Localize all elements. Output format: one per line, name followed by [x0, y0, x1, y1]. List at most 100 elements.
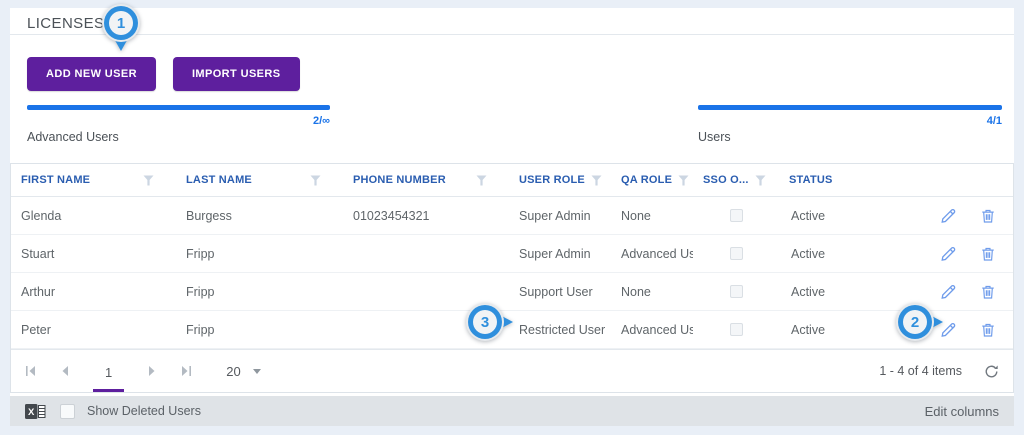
column-header-label: LAST NAME [186, 174, 252, 186]
annotation-callout-2: 2 [898, 305, 943, 339]
edit-user-button[interactable] [939, 206, 958, 225]
advanced-users-meter-label: Advanced Users [27, 130, 119, 144]
filter-icon[interactable] [476, 175, 487, 186]
cell-first-name: Stuart [21, 246, 55, 261]
users-meter-value: 4/1 [986, 115, 1002, 127]
advanced-users-meter-bar [27, 105, 330, 110]
column-header-label: FIRST NAME [21, 174, 91, 186]
column-header-label: QA ROLE [621, 174, 673, 186]
column-header-label: USER ROLE [519, 174, 585, 186]
cell-status: Active [791, 284, 826, 299]
filter-icon[interactable] [678, 175, 689, 186]
cell-actions [916, 206, 1013, 225]
callout-number: 1 [109, 11, 133, 35]
callout-circle: 3 [468, 305, 502, 339]
cell-last-name: Burgess [186, 208, 232, 223]
cell-actions [916, 244, 1013, 263]
cell-status: Active [791, 246, 826, 261]
current-page-number[interactable]: 1 [93, 355, 125, 392]
table-row[interactable]: Glenda Burgess 01023454321 Super Admin None A… [11, 197, 1013, 235]
annotation-callout-3: 3 [468, 305, 513, 339]
annotation-callout-1: 1 [104, 6, 138, 51]
filter-icon[interactable] [755, 175, 766, 186]
next-page-button[interactable] [148, 366, 156, 376]
edit-user-button[interactable] [939, 282, 958, 301]
filter-icon[interactable] [310, 175, 321, 186]
cell-phone: 01023454321 [353, 208, 430, 223]
cell-sso [693, 323, 779, 336]
show-deleted-users-label: Show Deleted Users [87, 404, 201, 418]
refresh-icon[interactable] [984, 364, 999, 379]
column-header-status[interactable]: STATUS [779, 164, 916, 196]
column-header-first-name[interactable]: FIRST NAME [11, 164, 176, 196]
page-size-dropdown[interactable]: 20 [226, 363, 261, 379]
column-header-user-role[interactable]: USER ROLE [509, 164, 611, 196]
pager-controls: 1 20 [25, 355, 261, 392]
sso-checkbox[interactable] [729, 209, 743, 222]
column-header-actions [916, 164, 1013, 196]
cell-user-role: Super Admin [519, 246, 591, 261]
cell-actions [916, 282, 1013, 301]
delete-user-button[interactable] [979, 282, 997, 301]
cell-user-role: Restricted User [519, 322, 606, 337]
users-meter: 4/1 Users [698, 105, 1002, 144]
cell-status: Active [791, 322, 826, 337]
svg-text:X: X [28, 407, 35, 418]
cell-last-name: Fripp [186, 322, 215, 337]
import-users-button[interactable]: IMPORT USERS [172, 57, 300, 91]
cell-last-name: Fripp [186, 246, 215, 261]
grid-toolbar: X Show Deleted Users Edit columns [10, 396, 1014, 426]
delete-user-button[interactable] [979, 244, 997, 263]
cell-qa-role: None [621, 208, 651, 223]
grid-header: FIRST NAME LAST NAME PHONE NUMBER USER ROLE… [11, 164, 1013, 197]
first-page-button[interactable] [25, 366, 37, 376]
licenses-panel: LICENSES ADD NEW USER IMPORT USERS 2/∞ A… [10, 8, 1014, 426]
show-deleted-users-checkbox[interactable] [60, 403, 75, 419]
callout-circle: 2 [898, 305, 932, 339]
users-meter-label: Users [698, 130, 731, 144]
delete-user-button[interactable] [979, 320, 997, 339]
cell-sso [693, 209, 779, 222]
pager-right: 1 - 4 of 4 items [879, 364, 999, 379]
cell-last-name: Fripp [186, 284, 215, 299]
advanced-users-meter: 2/∞ Advanced Users [27, 105, 330, 144]
filter-icon[interactable] [591, 175, 602, 186]
edit-user-button[interactable] [939, 244, 958, 263]
cell-user-role: Support User [519, 284, 593, 299]
column-header-sso-o[interactable]: SSO O... [693, 164, 779, 196]
column-header-label: SSO O... [703, 174, 749, 186]
advanced-users-meter-value: 2/∞ [312, 115, 330, 127]
table-row[interactable]: Arthur Fripp Support User None Active [11, 273, 1013, 311]
cell-first-name: Arthur [21, 284, 56, 299]
callout-number: 3 [473, 310, 497, 334]
filter-icon[interactable] [143, 175, 154, 186]
grid-pager: 1 20 1 - 4 of 4 items [11, 349, 1013, 392]
sso-checkbox[interactable] [729, 285, 743, 298]
chevron-down-icon [252, 368, 261, 374]
column-header-qa-role[interactable]: QA ROLE [611, 164, 693, 196]
column-header-label: PHONE NUMBER [353, 174, 446, 186]
add-new-user-button[interactable]: ADD NEW USER [27, 57, 156, 91]
users-grid: FIRST NAME LAST NAME PHONE NUMBER USER ROLE… [10, 163, 1014, 393]
cell-first-name: Glenda [21, 208, 62, 223]
cell-qa-role: Advanced Us... [621, 322, 693, 337]
previous-page-button[interactable] [61, 366, 69, 376]
cell-user-role: Super Admin [519, 208, 591, 223]
last-page-button[interactable] [180, 366, 192, 376]
callout-number: 2 [903, 310, 927, 334]
cell-status: Active [791, 208, 826, 223]
column-header-phone-number[interactable]: PHONE NUMBER [343, 164, 509, 196]
table-row[interactable]: Stuart Fripp Super Admin Advanced Us... Acti… [11, 235, 1013, 273]
column-header-label: STATUS [789, 174, 833, 186]
page-title: LICENSES [27, 15, 105, 32]
export-excel-icon[interactable]: X [25, 403, 46, 420]
cell-sso [693, 247, 779, 260]
column-header-last-name[interactable]: LAST NAME [176, 164, 343, 196]
edit-columns-button[interactable]: Edit columns [925, 404, 999, 419]
sso-checkbox[interactable] [729, 323, 743, 336]
users-meter-bar [698, 105, 1002, 110]
page-size-value: 20 [226, 363, 241, 379]
cell-qa-role: None [621, 284, 651, 299]
delete-user-button[interactable] [979, 206, 997, 225]
sso-checkbox[interactable] [729, 247, 743, 260]
